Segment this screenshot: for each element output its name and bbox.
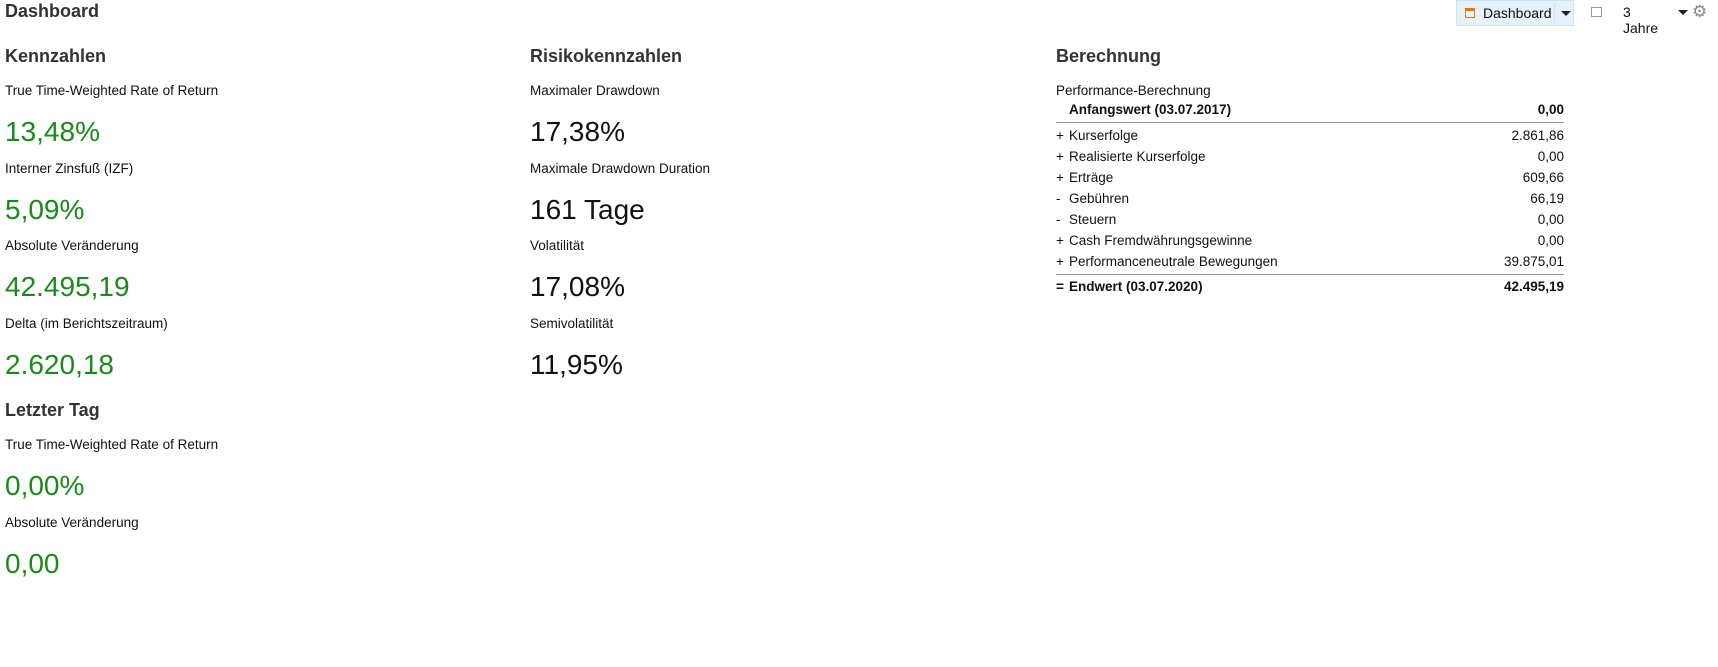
- metric-label: Absolute Veränderung: [5, 515, 139, 530]
- calc-value: 609,66: [1522, 170, 1564, 185]
- calc-row: + Kurserfolge 2.861,86: [1056, 128, 1564, 148]
- calc-operator: +: [1056, 254, 1064, 269]
- chevron-down-icon[interactable]: [1678, 10, 1688, 15]
- section-heading: Risikokennzahlen: [530, 46, 683, 66]
- metric-label: Absolute Veränderung: [5, 238, 139, 253]
- berechnung-section: Berechnung Performance-Berechnung Anfang…: [1056, 46, 1564, 294]
- calc-value: 42.495,19: [1503, 279, 1564, 294]
- risikokennzahlen-section: Risikokennzahlen Maximaler Drawdown 17,3…: [530, 46, 1050, 380]
- calc-operator: -: [1056, 212, 1061, 227]
- section-heading: Letzter Tag: [5, 400, 100, 420]
- calc-value: 0,00: [1537, 102, 1564, 117]
- metric-value: 11,95%: [530, 349, 623, 380]
- calc-name: Steuern: [1069, 212, 1117, 227]
- calc-name: Realisierte Kurserfolge: [1069, 149, 1206, 164]
- divider: [1056, 122, 1564, 123]
- metric-label: Volatilität: [530, 238, 585, 253]
- metric-value: 0,00: [5, 548, 60, 579]
- calc-row-start: Anfangswert (03.07.2017) 0,00: [1056, 102, 1564, 122]
- divider: [1056, 274, 1564, 275]
- metric-value: 5,09%: [5, 194, 85, 225]
- dashboard-icon: [1465, 8, 1475, 18]
- calc-operator: =: [1056, 279, 1064, 294]
- calc-operator: -: [1056, 191, 1061, 206]
- calc-name: Performanceneutrale Bewegungen: [1069, 254, 1278, 269]
- calc-operator: +: [1056, 233, 1064, 248]
- chevron-down-icon[interactable]: [1561, 11, 1571, 16]
- calc-name: Cash Fremdwährungsgewinne: [1069, 233, 1253, 248]
- metric-value: 42.495,19: [5, 271, 130, 302]
- metric-value: 161 Tage: [530, 194, 645, 225]
- calc-row: + Performanceneutrale Bewegungen 39.875,…: [1056, 254, 1564, 274]
- metric-label: Delta (im Berichtszeitraum): [5, 316, 168, 331]
- gear-icon[interactable]: ⚙: [1692, 2, 1707, 22]
- calc-name: Erträge: [1069, 170, 1114, 185]
- metric-label: Maximaler Drawdown: [530, 83, 660, 98]
- calc-value: 0,00: [1537, 233, 1564, 248]
- calc-value: 2.861,86: [1511, 128, 1564, 143]
- calc-value: 0,00: [1537, 149, 1564, 164]
- period-select[interactable]: 3 Jahre: [1623, 4, 1658, 36]
- calc-value: 66,19: [1530, 191, 1564, 206]
- metric-label: True Time-Weighted Rate of Return: [5, 437, 219, 452]
- metric-label: Interner Zinsfuß (IZF): [5, 161, 134, 176]
- metric-value: 2.620,18: [5, 349, 114, 380]
- kennzahlen-section: Kennzahlen True Time-Weighted Rate of Re…: [5, 46, 525, 579]
- calc-row: + Erträge 609,66: [1056, 170, 1564, 190]
- calc-value: 0,00: [1537, 212, 1564, 227]
- metric-value: 17,38%: [530, 116, 625, 147]
- calc-row-end: = Endwert (03.07.2020) 42.495,19: [1056, 279, 1564, 299]
- calc-row: + Realisierte Kurserfolge 0,00: [1056, 149, 1564, 169]
- dashboard-select-button[interactable]: Dashboard: [1456, 0, 1574, 26]
- calc-name: Anfangswert (03.07.2017): [1069, 102, 1232, 117]
- calc-name: Gebühren: [1069, 191, 1130, 206]
- calc-row: - Steuern 0,00: [1056, 212, 1564, 232]
- metric-label: True Time-Weighted Rate of Return: [5, 83, 219, 98]
- calc-value: 39.875,01: [1503, 254, 1564, 269]
- section-heading: Berechnung: [1056, 46, 1162, 66]
- calc-row: + Cash Fremdwährungsgewinne 0,00: [1056, 233, 1564, 253]
- metric-label: Maximale Drawdown Duration: [530, 161, 711, 176]
- metric-value: 17,08%: [530, 271, 625, 302]
- metric-value: 0,00%: [5, 470, 85, 501]
- calc-name: Kurserfolge: [1069, 128, 1139, 143]
- calc-operator: +: [1056, 149, 1064, 164]
- metric-label: Semivolatilität: [530, 316, 614, 331]
- calc-row: - Gebühren 66,19: [1056, 191, 1564, 211]
- metric-value: 13,48%: [5, 116, 100, 147]
- dashboard-select-label: Dashboard: [1483, 5, 1552, 21]
- calc-name: Endwert (03.07.2020): [1069, 279, 1203, 294]
- window-icon[interactable]: [1591, 7, 1602, 17]
- calc-operator: +: [1056, 170, 1064, 185]
- calc-operator: +: [1056, 128, 1064, 143]
- calculation-subtitle: Performance-Berechnung: [1056, 83, 1211, 98]
- section-heading: Kennzahlen: [5, 46, 107, 66]
- divider: [1554, 3, 1555, 23]
- page-title: Dashboard: [5, 1, 100, 21]
